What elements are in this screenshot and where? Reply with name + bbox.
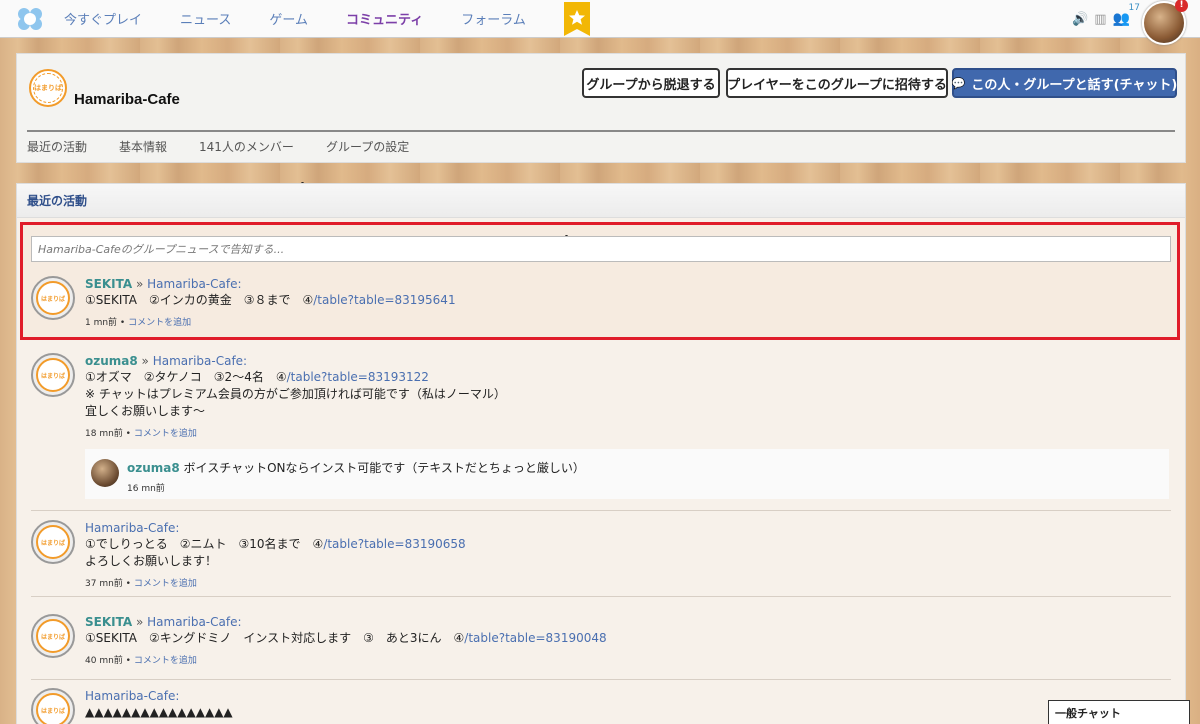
post-time: 40 mn前 • (85, 656, 134, 666)
add-comment-link[interactable]: コメントを追加 (128, 318, 191, 328)
nav-games[interactable]: ゲーム (269, 9, 308, 28)
post-avatar-logo: はまりば (36, 693, 70, 724)
post-text: ※ チャットはプレミアム会員の方がご参加頂ければ可能です（私はノーマル） (85, 387, 506, 401)
comment-item: ozuma8 ボイスチャットONならインスト可能です（テキストだとちょっと厳しい… (85, 449, 1169, 499)
friends-icon[interactable]: 👥 17 (1113, 3, 1140, 27)
top-nav: 今すぐプレイ ニュース ゲーム コミュニティ フォーラム 🔊 ▥ 👥 17 ! (0, 0, 1200, 45)
tab-recent-activity[interactable]: 最近の活動 (27, 138, 87, 155)
comment-avatar[interactable] (91, 459, 119, 487)
group-header: はまりば Hamariba-Cafe グループから脱退する プレイヤーをこのグル… (16, 53, 1186, 163)
post-group-link[interactable]: Hamariba-Cafe: (147, 277, 241, 291)
post-avatar[interactable]: はまりば (31, 614, 75, 658)
site-logo-icon[interactable] (16, 6, 44, 32)
post-separator: » (132, 615, 148, 629)
leave-group-button[interactable]: グループから脱退する (582, 68, 720, 98)
post-text: よろしくお願いします！ (85, 554, 218, 568)
activity-heading: 最近の活動 (17, 184, 1185, 218)
post-divider (31, 510, 1171, 511)
table-link[interactable]: /table?table=83193122 (287, 370, 429, 384)
chat-with-group-button[interactable]: 💬 この人・グループと話す(チャット) (952, 68, 1177, 98)
activity-panel: 最近の活動 Hamariba-Cafeのグループニュースで告知する... はまり… (16, 183, 1186, 724)
tab-group-settings[interactable]: グループの設定 (326, 138, 409, 155)
nav-forum[interactable]: フォーラム (461, 9, 526, 28)
table-link[interactable]: /table?table=83195641 (313, 293, 455, 307)
post-avatar-logo: はまりば (36, 358, 70, 392)
post-separator: » (137, 354, 153, 368)
general-chat-tab[interactable]: 一般チャット (1048, 700, 1190, 724)
group-news-input[interactable]: Hamariba-Cafeのグループニュースで告知する... (31, 236, 1171, 262)
post-avatar-logo: はまりば (36, 619, 70, 653)
notification-badge[interactable]: ! (1175, 0, 1188, 12)
post-divider (31, 679, 1171, 680)
post-avatar[interactable]: はまりば (31, 520, 75, 564)
premium-star-icon[interactable] (563, 1, 590, 36)
post-user-link[interactable]: ozuma8 (85, 354, 138, 368)
table-link[interactable]: /table?table=83190048 (464, 631, 606, 645)
group-logo-text: はまりば (33, 73, 63, 103)
post-avatar[interactable]: はまりば (31, 353, 75, 397)
post-group-link[interactable]: Hamariba-Cafe: (147, 615, 241, 629)
add-comment-link[interactable]: コメントを追加 (134, 656, 197, 666)
post-text: ①SEKITA ②インカの黄金 ③８まで ④ (85, 293, 314, 307)
post-avatar-logo: はまりば (36, 281, 70, 315)
post-user-link[interactable]: SEKITA (85, 277, 132, 291)
add-comment-link[interactable]: コメントを追加 (134, 429, 197, 439)
comment-text: ボイスチャットONならインスト可能です（テキストだとちょっと厳しい） (179, 461, 585, 475)
tab-members[interactable]: 141人のメンバー (199, 138, 294, 155)
post-time: 1 mn前 • (85, 318, 129, 328)
group-logo: はまりば (29, 69, 67, 107)
panel-divider (27, 130, 1175, 132)
group-tabs: 最近の活動 基本情報 141人のメンバー グループの設定 (27, 138, 441, 155)
tab-basic-info[interactable]: 基本情報 (119, 138, 167, 155)
post-group-link[interactable]: Hamariba-Cafe: (85, 689, 179, 703)
friends-count: 17 (1128, 3, 1140, 13)
post-user-link[interactable]: SEKITA (85, 615, 132, 629)
post-avatar-logo: はまりば (36, 525, 70, 559)
table-icon[interactable]: ▥ (1094, 12, 1106, 27)
post-text: ①オズマ ②タケノコ ③2〜4名 ④ (85, 370, 287, 384)
post-text: ①でしりっとる ②ニムト ③10名まで ④ (85, 537, 324, 551)
table-link[interactable]: /table?table=83190658 (323, 537, 465, 551)
comment-time: 16 mn前 (127, 484, 165, 494)
sound-icon[interactable]: 🔊 (1072, 12, 1088, 27)
chat-bubble-icon: 💬 (951, 76, 966, 90)
post-text: ①SEKITA ②キングドミノ インスト対応します ③ あと3にん ④ (85, 631, 465, 645)
post-avatar[interactable]: はまりば (31, 688, 75, 724)
post-avatar[interactable]: はまりば (31, 276, 75, 320)
post-group-link[interactable]: Hamariba-Cafe: (85, 521, 179, 535)
chat-button-label: この人・グループと話す(チャット) (971, 77, 1178, 93)
nav-community[interactable]: コミュニティ (346, 9, 423, 28)
nav-news[interactable]: ニュース (180, 9, 231, 28)
add-comment-link[interactable]: コメントを追加 (134, 579, 197, 589)
user-avatar[interactable]: ! (1142, 0, 1188, 45)
post-separator: » (132, 277, 148, 291)
post-time: 18 mn前 • (85, 429, 134, 439)
post-text: 宜しくお願いします〜 (85, 404, 206, 418)
comment-user-link[interactable]: ozuma8 (127, 461, 180, 475)
invite-player-button[interactable]: プレイヤーをこのグループに招待する (726, 68, 948, 98)
post-group-link[interactable]: Hamariba-Cafe: (153, 354, 247, 368)
post-time: 37 mn前 • (85, 579, 134, 589)
group-name: Hamariba-Cafe (74, 91, 180, 108)
nav-play-now[interactable]: 今すぐプレイ (64, 9, 142, 28)
post-text: ▲▲▲▲▲▲▲▲▲▲▲▲▲▲▲▲ (85, 705, 233, 719)
post-divider (31, 596, 1171, 597)
